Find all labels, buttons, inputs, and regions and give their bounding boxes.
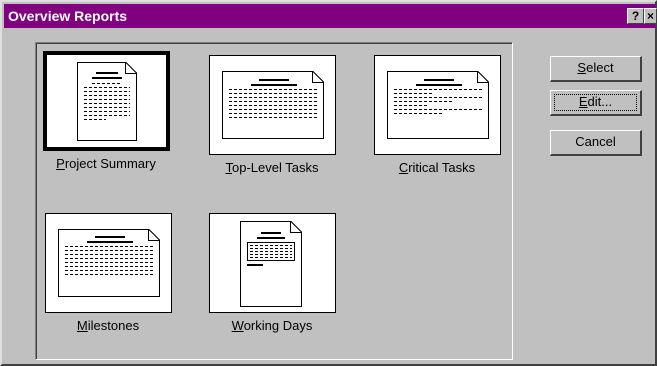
report-thumbnail (44, 213, 172, 313)
report-label: Working Days (231, 318, 313, 333)
report-thumbnail (208, 55, 336, 155)
window-title: Overview Reports (8, 8, 128, 24)
edit-button[interactable]: Edit... (550, 90, 642, 116)
report-label: Top-Level Tasks (225, 160, 319, 175)
document-icon (57, 229, 160, 297)
report-thumbnail (373, 55, 501, 155)
report-milestones[interactable]: Milestones (42, 213, 174, 333)
select-button[interactable]: Select (550, 56, 642, 82)
report-project-summary[interactable]: Project Summary (40, 51, 172, 171)
report-thumbnail (42, 51, 170, 151)
close-button[interactable]: × (644, 8, 657, 24)
overview-reports-dialog: Overview Reports ? × Project Summary Top… (0, 0, 657, 366)
title-bar[interactable]: Overview Reports ? × (4, 4, 657, 28)
report-thumbnail (208, 213, 336, 313)
report-label: Critical Tasks (398, 160, 476, 175)
document-icon (239, 221, 302, 307)
document-icon (221, 71, 324, 139)
report-critical-tasks[interactable]: Critical Tasks (371, 55, 503, 175)
document-icon (386, 71, 489, 139)
report-top-level-tasks[interactable]: Top-Level Tasks (206, 55, 338, 175)
report-list-panel: Project Summary Top-Level Tasks Critical… (35, 42, 513, 360)
cancel-button[interactable]: Cancel (550, 130, 642, 156)
document-icon (76, 62, 137, 141)
report-label: Milestones (76, 318, 140, 333)
report-label: Project Summary (56, 156, 156, 171)
report-working-days[interactable]: Working Days (206, 213, 338, 333)
help-button[interactable]: ? (627, 8, 644, 24)
